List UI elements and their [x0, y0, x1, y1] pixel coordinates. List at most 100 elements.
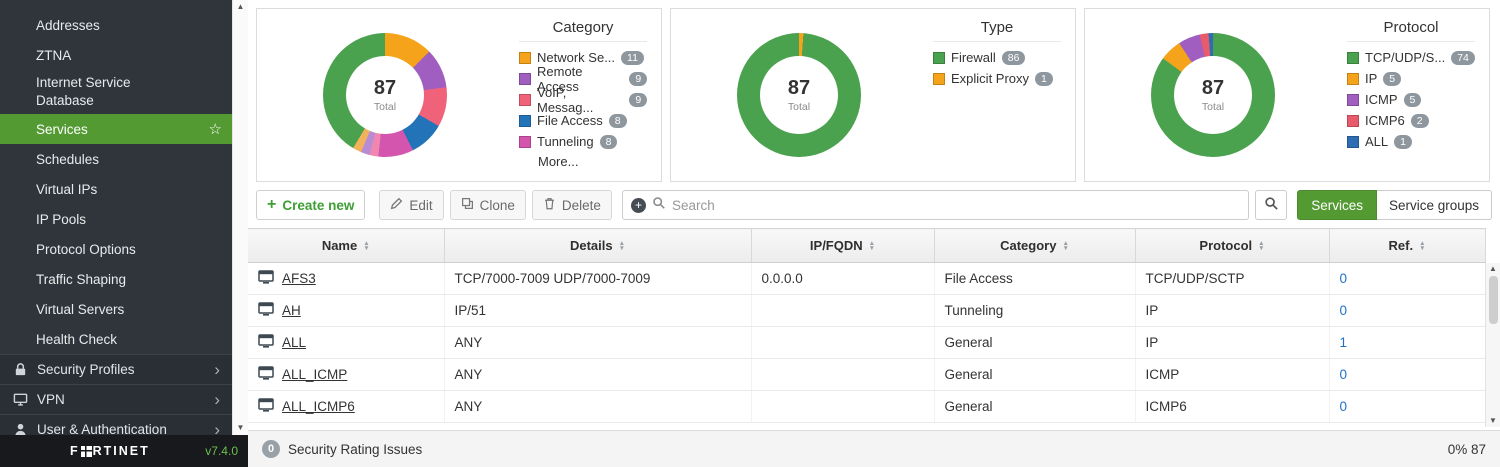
search-bar[interactable]: + [622, 190, 1249, 220]
legend-item[interactable]: VoIP, Messag... 9 [519, 91, 647, 108]
legend-item[interactable]: ICMP6 2 [1347, 112, 1475, 129]
table-row[interactable]: ALL_ICMP6 ANY General ICMP6 0 [248, 391, 1485, 423]
sidebar-item-protocol-options[interactable]: Protocol Options [0, 234, 232, 264]
sort-icon: ▲▼ [1062, 241, 1068, 251]
delete-button[interactable]: Delete [532, 190, 612, 220]
column-header-details[interactable]: Details▲▼ [444, 229, 751, 263]
sort-icon: ▲▼ [1258, 241, 1264, 251]
sidebar-item-internet-service-database[interactable]: Internet Service Database [0, 70, 232, 114]
column-header-category[interactable]: Category▲▼ [934, 229, 1135, 263]
column-header-protocol[interactable]: Protocol▲▼ [1135, 229, 1329, 263]
scrollbar-thumb[interactable] [1489, 276, 1498, 324]
summary-cards: 87 Total Category Network Se... 11 Remo [256, 8, 1490, 182]
donut-wrap: 87 Total [671, 9, 927, 181]
ref-count-link[interactable]: 1 [1340, 335, 1348, 350]
count-badge: 86 [1002, 51, 1026, 65]
legend-label: Tunneling [537, 134, 594, 149]
clone-button[interactable]: Clone [450, 190, 526, 220]
service-name-link[interactable]: ALL_ICMP [282, 367, 347, 382]
donut-total-label: Total [788, 101, 810, 113]
sidebar-item-ztna[interactable]: ZTNA [0, 40, 232, 70]
scroll-down-icon[interactable]: ▼ [1489, 417, 1497, 425]
service-name-link[interactable]: AFS3 [282, 271, 316, 286]
ref-count-link[interactable]: 0 [1340, 399, 1348, 414]
table-row[interactable]: ALL_ICMP ANY General ICMP 0 [248, 359, 1485, 391]
column-header-ip-fqdn[interactable]: IP/FQDN▲▼ [751, 229, 934, 263]
service-name-link[interactable]: AH [282, 303, 301, 318]
table-row[interactable]: ALL ANY General IP 1 [248, 327, 1485, 359]
cell-category: General [934, 391, 1135, 423]
legend-label: IP [1365, 71, 1377, 86]
cell-protocol: ICMP [1135, 359, 1329, 391]
sidebar-item-virtual-ips[interactable]: Virtual IPs [0, 174, 232, 204]
legend-label: Firewall [951, 50, 996, 65]
ref-count-link[interactable]: 0 [1340, 303, 1348, 318]
cell-protocol: IP [1135, 295, 1329, 327]
chart-title: Protocol [1347, 19, 1475, 42]
column-header-name[interactable]: Name▲▼ [248, 229, 444, 263]
pencil-icon [390, 197, 403, 213]
cell-protocol: ICMP6 [1135, 391, 1329, 423]
ref-count-link[interactable]: 0 [1340, 367, 1348, 382]
legend-item[interactable]: File Access 8 [519, 112, 647, 129]
service-icon [258, 334, 274, 351]
search-submit-button[interactable] [1255, 190, 1287, 220]
legend-label: TCP/UDP/S... [1365, 50, 1445, 65]
status-right-text: 0% 87 [1448, 442, 1486, 457]
service-name-link[interactable]: ALL [282, 335, 306, 350]
legend-item[interactable]: Firewall 86 [933, 49, 1061, 66]
table-row[interactable]: AH IP/51 Tunneling IP 0 [248, 295, 1485, 327]
sidebar-item-virtual-servers[interactable]: Virtual Servers [0, 294, 232, 324]
table-row[interactable]: AFS3 TCP/7000-7009 UDP/7000-7009 0.0.0.0… [248, 263, 1485, 295]
sidebar-item-health-check[interactable]: Health Check [0, 324, 232, 354]
tab-service-groups[interactable]: Service groups [1377, 190, 1492, 220]
sidebar-item-schedules[interactable]: Schedules [0, 144, 232, 174]
category-donut-chart[interactable]: 87 Total [323, 33, 447, 157]
tab-services[interactable]: Services [1297, 190, 1377, 220]
table-scrollbar[interactable]: ▲ ▼ [1485, 263, 1500, 427]
column-header-ref[interactable]: Ref.▲▼ [1329, 229, 1485, 263]
edit-button[interactable]: Edit [379, 190, 443, 220]
cell-details: TCP/7000-7009 UDP/7000-7009 [444, 263, 751, 295]
status-bar: 0 Security Rating Issues 0% 87 [248, 430, 1500, 467]
sidebar: Addresses ZTNA Internet Service Database… [0, 0, 232, 467]
legend-item[interactable]: TCP/UDP/S... 74 [1347, 49, 1475, 66]
service-name-link[interactable]: ALL_ICMP6 [282, 399, 355, 414]
legend-item[interactable]: ICMP 5 [1347, 91, 1475, 108]
scroll-up-icon[interactable]: ▲ [1489, 265, 1497, 273]
legend-item[interactable]: IP 5 [1347, 70, 1475, 87]
protocol-donut-chart[interactable]: 87 Total [1151, 33, 1275, 157]
count-badge: 9 [629, 72, 647, 86]
chart-card-type: 87 Total Type Firewall 86 Explicit Prox [670, 8, 1076, 182]
sidebar-section-vpn[interactable]: VPN › [0, 384, 232, 414]
create-new-button[interactable]: + Create new [256, 190, 365, 220]
donut-total: 87 [374, 77, 396, 100]
count-badge: 9 [629, 93, 647, 107]
sidebar-section-security-profiles[interactable]: Security Profiles › [0, 354, 232, 384]
monitor-icon [12, 392, 28, 408]
favorite-star-icon[interactable]: ☆ [209, 120, 222, 138]
ref-count-link[interactable]: 0 [1340, 271, 1348, 286]
chart-card-category: 87 Total Category Network Se... 11 Remo [256, 8, 662, 182]
fortinet-logo-grid-icon [81, 446, 92, 457]
donut-total-label: Total [1202, 101, 1224, 113]
donut-center: 87 Total [346, 56, 424, 134]
legend-item[interactable]: Explicit Proxy 1 [933, 70, 1061, 87]
type-donut-chart[interactable]: 87 Total [737, 33, 861, 157]
sidebar-item-traffic-shaping[interactable]: Traffic Shaping [0, 264, 232, 294]
scroll-down-icon[interactable]: ▼ [237, 424, 245, 432]
security-rating-label[interactable]: Security Rating Issues [288, 442, 422, 457]
count-badge: 5 [1383, 72, 1401, 86]
search-input[interactable] [672, 198, 1240, 213]
add-filter-icon[interactable]: + [631, 198, 646, 213]
sidebar-item-services[interactable]: Services ☆ [0, 114, 232, 144]
sidebar-item-ip-pools[interactable]: IP Pools [0, 204, 232, 234]
sidebar-scrollbar[interactable]: ▲ ▼ [232, 0, 248, 435]
sidebar-section-label: Security Profiles [37, 362, 135, 377]
sidebar-item-addresses[interactable]: Addresses [0, 10, 232, 40]
cell-details: IP/51 [444, 295, 751, 327]
legend-more-link[interactable]: More... [538, 154, 647, 169]
legend-item[interactable]: Tunneling 8 [519, 133, 647, 150]
legend-item[interactable]: ALL 1 [1347, 133, 1475, 150]
scroll-up-icon[interactable]: ▲ [237, 3, 245, 11]
